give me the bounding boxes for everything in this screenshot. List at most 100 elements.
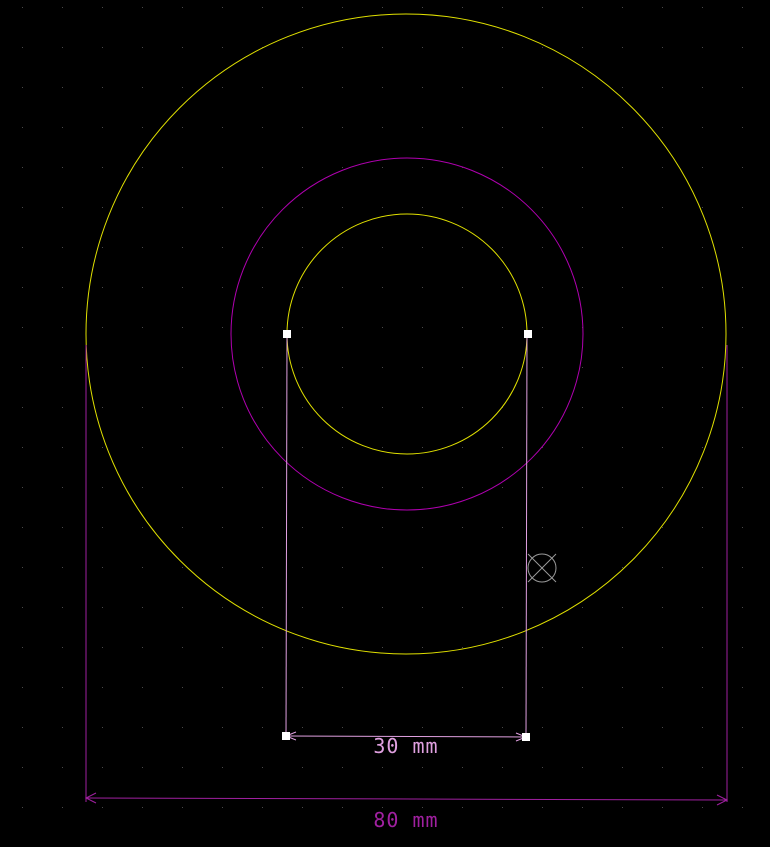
grid-dot [102, 487, 103, 488]
handle-bottom-left[interactable] [282, 732, 290, 740]
grid-dot [342, 687, 343, 688]
grid-dot [742, 167, 743, 168]
grid-dot [102, 327, 103, 328]
grid-dot [542, 527, 543, 528]
grid-dot [582, 287, 583, 288]
grid-dot [742, 327, 743, 328]
grid-dot [262, 767, 263, 768]
grid-dot [22, 87, 23, 88]
grid-dot [702, 87, 703, 88]
grid-dot [542, 127, 543, 128]
grid-dot [182, 727, 183, 728]
grid-dot [422, 327, 423, 328]
grid-dot [342, 207, 343, 208]
grid-dot [102, 47, 103, 48]
grid-dot [62, 87, 63, 88]
grid-dot [702, 807, 703, 808]
grid-dot [702, 607, 703, 608]
grid-dot [342, 287, 343, 288]
grid-dot [22, 127, 23, 128]
grid-dot [102, 87, 103, 88]
grid-dot [542, 807, 543, 808]
grid-dot [422, 167, 423, 168]
grid-dot [382, 607, 383, 608]
grid-dot [702, 407, 703, 408]
grid-dot [542, 727, 543, 728]
grid-dot [382, 167, 383, 168]
grid-dot [142, 407, 143, 408]
grid-dot [462, 407, 463, 408]
inner-circle-outline[interactable] [286, 213, 528, 455]
grid-dot [382, 487, 383, 488]
grid-dot [62, 327, 63, 328]
grid-dot [742, 127, 743, 128]
grid-dot [582, 647, 583, 648]
grid-dot [22, 527, 23, 528]
grid-dot [382, 287, 383, 288]
extension-line-left-30 [285, 333, 288, 737]
grid-dot [662, 247, 663, 248]
grid-dot [622, 447, 623, 448]
grid-dot [262, 607, 263, 608]
grid-dot [582, 87, 583, 88]
grid-dot [302, 327, 303, 328]
grid-dot [102, 367, 103, 368]
grid-dot [182, 487, 183, 488]
grid-dot [582, 367, 583, 368]
grid-dot [22, 247, 23, 248]
grid-dot [662, 327, 663, 328]
grid-dot [662, 647, 663, 648]
grid-dot [662, 447, 663, 448]
grid-dot [22, 447, 23, 448]
grid-dot [422, 687, 423, 688]
grid-dot [182, 687, 183, 688]
handle-bottom-right[interactable] [522, 733, 530, 741]
grid-dot [702, 167, 703, 168]
grid-dot [462, 367, 463, 368]
grid-dot [22, 407, 23, 408]
grid-dot [542, 207, 543, 208]
grid-dot [262, 87, 263, 88]
grid-dot [382, 207, 383, 208]
grid-dot [302, 367, 303, 368]
grid-dot [302, 447, 303, 448]
grid-dot [462, 767, 463, 768]
grid-dot [102, 647, 103, 648]
grid-dot [622, 7, 623, 8]
grid-dot [142, 807, 143, 808]
grid-dot [22, 207, 23, 208]
handle-top-right[interactable] [524, 330, 532, 338]
grid-dot [662, 167, 663, 168]
grid-dot [182, 7, 183, 8]
grid-dot [742, 807, 743, 808]
grid-dot [462, 687, 463, 688]
grid-dot [502, 247, 503, 248]
grid-dot [22, 7, 23, 8]
crossed-circle-icon[interactable] [527, 553, 557, 583]
grid-dot [742, 687, 743, 688]
grid-dot [662, 87, 663, 88]
grid-dot [662, 287, 663, 288]
grid-dot [142, 127, 143, 128]
grid-dot [702, 767, 703, 768]
grid-dot [342, 167, 343, 168]
outer-circle-outline[interactable] [85, 13, 727, 655]
grid-dot [742, 87, 743, 88]
grid-dot [622, 727, 623, 728]
handle-top-left[interactable] [283, 330, 291, 338]
grid-dot [142, 7, 143, 8]
grid-dot [262, 407, 263, 408]
grid-dot [422, 287, 423, 288]
grid-dot [742, 607, 743, 608]
grid-dot [62, 207, 63, 208]
grid-dot [182, 167, 183, 168]
dimension-line-80 [85, 797, 728, 801]
cad-canvas[interactable]: 80 mm 30 mm [0, 0, 770, 847]
grid-dot [382, 447, 383, 448]
grid-dot [182, 327, 183, 328]
grid-dot [742, 287, 743, 288]
dimension-30mm[interactable]: 30 mm [284, 333, 528, 758]
dimension-80mm[interactable]: 80 mm [84, 345, 729, 832]
grid-dot [422, 7, 423, 8]
grid-dot [342, 7, 343, 8]
